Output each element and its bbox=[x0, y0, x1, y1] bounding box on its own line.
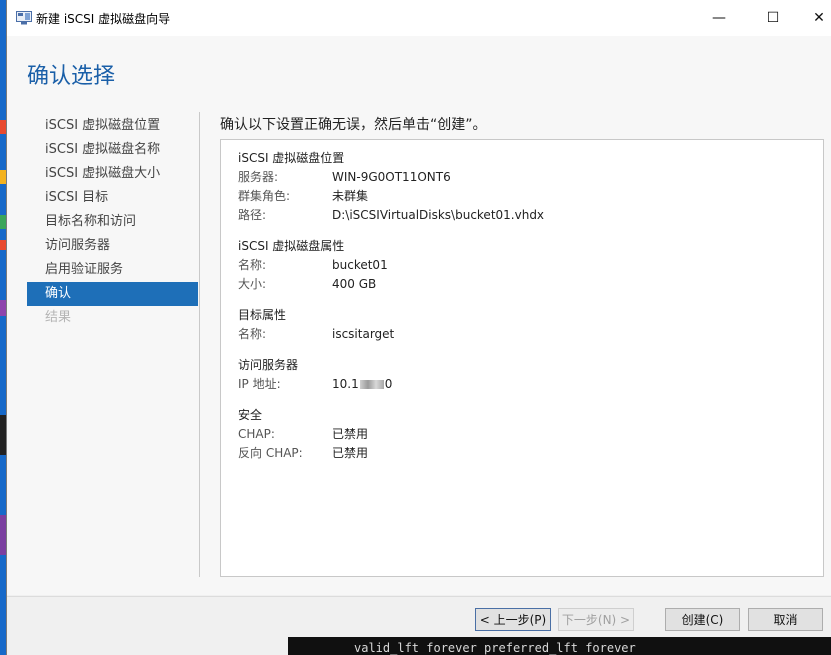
nav-item-access-servers[interactable]: 访问服务器 bbox=[27, 234, 198, 258]
row-value: D:\iSCSIVirtualDisks\bucket01.vhdx bbox=[332, 208, 545, 222]
row-value: 未群集 bbox=[332, 189, 369, 203]
summary-row: 大小: 400 GB bbox=[238, 275, 376, 294]
row-value: bucket01 bbox=[332, 258, 388, 272]
wizard-window: 新建 iSCSI 虚拟磁盘向导 — ☐ ✕ 确认选择 iSCSI 虚拟磁盘位置 … bbox=[6, 0, 831, 655]
nav-item-iscsi-target[interactable]: iSCSI 目标 bbox=[27, 186, 198, 210]
nav-item-disk-size[interactable]: iSCSI 虚拟磁盘大小 bbox=[27, 162, 198, 186]
summary-row: 名称: iscsitarget bbox=[238, 325, 394, 344]
row-value: 已禁用 bbox=[332, 446, 369, 460]
background-terminal: valid_lft forever preferred_lft forever bbox=[288, 637, 831, 655]
next-button: 下一步(N) > bbox=[558, 608, 634, 631]
summary-row: IP 地址: 10.1 0 bbox=[238, 375, 392, 394]
summary-row: 名称: bucket01 bbox=[238, 256, 388, 275]
nav-item-target-name-access[interactable]: 目标名称和访问 bbox=[27, 210, 198, 234]
row-key: 名称: bbox=[238, 258, 267, 272]
ip-suffix: 0 bbox=[384, 377, 393, 391]
nav-item-disk-name[interactable]: iSCSI 虚拟磁盘名称 bbox=[27, 138, 198, 162]
row-value: 400 GB bbox=[332, 277, 377, 291]
page-title: 确认选择 bbox=[27, 64, 116, 89]
minimize-button[interactable]: — bbox=[696, 0, 742, 36]
row-key: CHAP: bbox=[238, 427, 275, 441]
row-key: 反向 CHAP: bbox=[238, 446, 303, 460]
confirmation-summary[interactable]: iSCSI 虚拟磁盘位置 服务器: WIN-9G0OT11ONT6 群集角色: … bbox=[220, 139, 824, 577]
group-title: 访问服务器 bbox=[238, 358, 299, 372]
summary-row: CHAP: 已禁用 bbox=[238, 425, 368, 444]
group-access-servers: 访问服务器 IP 地址: 10.1 0 bbox=[238, 356, 392, 394]
nav-item-results: 结果 bbox=[45, 310, 72, 325]
title-bar[interactable]: 新建 iSCSI 虚拟磁盘向导 — ☐ ✕ bbox=[7, 0, 831, 36]
nav-item-confirmation[interactable]: 确认 bbox=[27, 282, 198, 306]
server-manager-icon bbox=[16, 11, 32, 25]
row-value: iscsitarget bbox=[332, 327, 395, 341]
group-title: 安全 bbox=[238, 408, 263, 422]
wizard-header: 确认选择 bbox=[7, 36, 831, 102]
window-bottom-edge bbox=[13, 637, 295, 655]
group-disk-location: iSCSI 虚拟磁盘位置 服务器: WIN-9G0OT11ONT6 群集角色: … bbox=[238, 149, 544, 225]
maximize-button[interactable]: ☐ bbox=[750, 0, 796, 36]
summary-row: 服务器: WIN-9G0OT11ONT6 bbox=[238, 168, 451, 187]
row-key: IP 地址: bbox=[238, 377, 281, 391]
group-title: 目标属性 bbox=[238, 308, 287, 322]
cancel-button[interactable]: 取消 bbox=[748, 608, 823, 631]
group-target-properties: 目标属性 名称: iscsitarget bbox=[238, 306, 394, 344]
nav-item-disk-location[interactable]: iSCSI 虚拟磁盘位置 bbox=[27, 114, 198, 138]
close-button[interactable]: ✕ bbox=[796, 0, 831, 36]
wizard-navigation: iSCSI 虚拟磁盘位置 iSCSI 虚拟磁盘名称 iSCSI 虚拟磁盘大小 i… bbox=[27, 114, 198, 330]
instruction-text: 确认以下设置正确无误，然后单击“创建”。 bbox=[220, 117, 487, 133]
nav-divider bbox=[199, 112, 200, 577]
terminal-output: valid_lft forever preferred_lft forever bbox=[354, 641, 636, 655]
ip-prefix: 10.1 bbox=[332, 377, 359, 391]
row-key: 路径: bbox=[238, 208, 267, 222]
row-value: 已禁用 bbox=[332, 427, 369, 441]
nav-item-enable-auth[interactable]: 启用验证服务 bbox=[27, 258, 198, 282]
group-disk-properties: iSCSI 虚拟磁盘属性 名称: bucket01 大小: 400 GB bbox=[238, 237, 388, 294]
group-security: 安全 CHAP: 已禁用 反向 CHAP: 已禁用 bbox=[238, 406, 368, 463]
ip-address-value: 10.1 0 bbox=[332, 375, 392, 394]
row-key: 服务器: bbox=[238, 170, 279, 184]
summary-row: 路径: D:\iSCSIVirtualDisks\bucket01.vhdx bbox=[238, 206, 544, 225]
window-title: 新建 iSCSI 虚拟磁盘向导 bbox=[36, 12, 171, 26]
row-key: 大小: bbox=[238, 277, 267, 291]
redacted-blur bbox=[359, 380, 384, 389]
row-key: 群集角色: bbox=[238, 189, 291, 203]
group-title: iSCSI 虚拟磁盘位置 bbox=[238, 151, 345, 165]
row-key: 名称: bbox=[238, 327, 267, 341]
previous-button[interactable]: < 上一步(P) bbox=[475, 608, 551, 631]
create-button[interactable]: 创建(C) bbox=[665, 608, 740, 631]
summary-row: 反向 CHAP: 已禁用 bbox=[238, 444, 368, 463]
row-value: WIN-9G0OT11ONT6 bbox=[332, 170, 451, 184]
group-title: iSCSI 虚拟磁盘属性 bbox=[238, 239, 345, 253]
summary-row: 群集角色: 未群集 bbox=[238, 187, 368, 206]
